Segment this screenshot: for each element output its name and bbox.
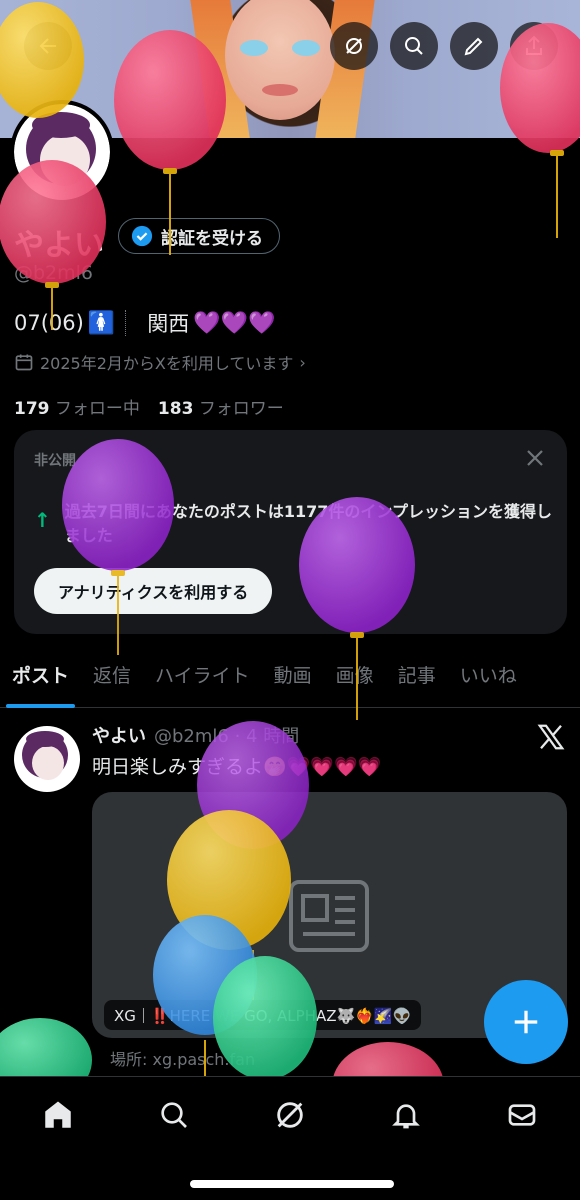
notifications-icon (392, 1104, 420, 1129)
impressions-text: 過去7日間にあなたのポストは1177件のインプレッションを獲得しました (64, 502, 552, 545)
compose-post-button[interactable] (484, 980, 568, 1064)
following-count: 179 (14, 399, 50, 419)
profile-handle: @b2ml6 (14, 262, 94, 284)
joined-date[interactable]: 2025年2月からXを利用しています › (14, 350, 306, 374)
following-link[interactable]: 179 フォロー中 (14, 394, 140, 419)
post-author-name[interactable]: やよい (92, 722, 146, 748)
search-button[interactable] (390, 22, 438, 70)
grok-icon (277, 1102, 303, 1128)
home-icon (45, 1101, 71, 1128)
share-button[interactable] (510, 22, 558, 70)
joined-date-label: 2025年2月からXを利用しています (40, 354, 294, 373)
search-icon (161, 1102, 187, 1128)
home-indicator (190, 1180, 394, 1188)
share-icon (526, 35, 542, 55)
messages-icon (508, 1104, 536, 1126)
analytics-card: 非公開 ↑ 過去7日間にあなたのポストは1177件のインプレッションを獲得しまし… (14, 430, 567, 634)
bio-emoji-restroom: 🚺 (87, 310, 116, 336)
profile-bio: 07(06) 🚺 関西 💜💜💜 (14, 308, 275, 338)
grok-button[interactable] (330, 22, 378, 70)
chevron-right-icon: › (299, 352, 306, 372)
x-logo-icon[interactable] (536, 722, 566, 752)
tab-videos[interactable]: 動画 (262, 640, 324, 708)
followers-label: フォロワー (198, 399, 284, 419)
nav-home[interactable] (38, 1095, 78, 1135)
use-analytics-button[interactable]: アナリティクスを利用する (34, 568, 273, 614)
bio-text-age: 07(06) (14, 311, 84, 335)
edit-icon (464, 37, 483, 56)
calendar-icon (15, 354, 33, 371)
profile-avatar[interactable] (10, 100, 114, 204)
post-avatar[interactable] (14, 726, 80, 792)
search-icon (405, 37, 423, 55)
link-card-caption: XG｜‼️HERE WE GO, ALPHAZ🐺❤️‍🔥🌠👽 (104, 1000, 422, 1030)
post-text: 明日楽しみすぎるよ🤭💗💗💗💗 (92, 756, 382, 778)
post-handle-time: @b2ml6 · 4 時間 (154, 726, 300, 747)
get-verified-button[interactable]: 認証を受ける (118, 218, 280, 254)
tab-replies[interactable]: 返信 (81, 640, 143, 708)
arrow-left-icon (39, 38, 56, 54)
plus-icon (514, 1010, 538, 1034)
bio-divider-icon (125, 310, 139, 336)
verified-badge-icon (131, 225, 153, 247)
back-button[interactable] (24, 22, 72, 70)
nav-search[interactable] (154, 1095, 194, 1135)
profile-tabs: ポスト 返信 ハイライト 動画 画像 記事 いいね (0, 640, 580, 708)
impressions-message: ↑ 過去7日間にあなたのポストは1177件のインプレッションを獲得しました (34, 500, 554, 548)
profile-name: やよい (14, 228, 104, 263)
arrow-up-icon: ↑ (34, 508, 51, 532)
edit-button[interactable] (450, 22, 498, 70)
get-verified-label: 認証を受ける (161, 228, 263, 249)
bio-text-region: 関西 (147, 312, 190, 336)
link-domain: 場所: xg.pasch.fan (110, 1050, 256, 1069)
followers-link[interactable]: 183 フォロワー (158, 394, 284, 419)
private-label: 非公開 (34, 453, 76, 469)
followers-count: 183 (157, 399, 194, 419)
follow-stats: 179 フォロー中 183 フォロワー (14, 394, 284, 419)
nav-notifications[interactable] (386, 1095, 426, 1135)
post-header: やよい @b2ml6 · 4 時間 (92, 722, 299, 748)
tab-photos[interactable]: 画像 (324, 640, 386, 708)
nav-messages[interactable] (502, 1095, 542, 1135)
bio-emoji-hearts: 💜💜💜 (193, 310, 276, 336)
tab-posts[interactable]: ポスト (0, 640, 81, 708)
grok-icon (346, 38, 362, 54)
nav-grok[interactable] (270, 1095, 310, 1135)
tab-highlights[interactable]: ハイライト (143, 640, 262, 708)
article-placeholder-icon (289, 880, 369, 952)
close-icon[interactable] (523, 446, 547, 470)
following-label: フォロー中 (54, 399, 140, 419)
tab-likes[interactable]: いいね (448, 640, 529, 708)
tab-articles[interactable]: 記事 (386, 640, 448, 708)
